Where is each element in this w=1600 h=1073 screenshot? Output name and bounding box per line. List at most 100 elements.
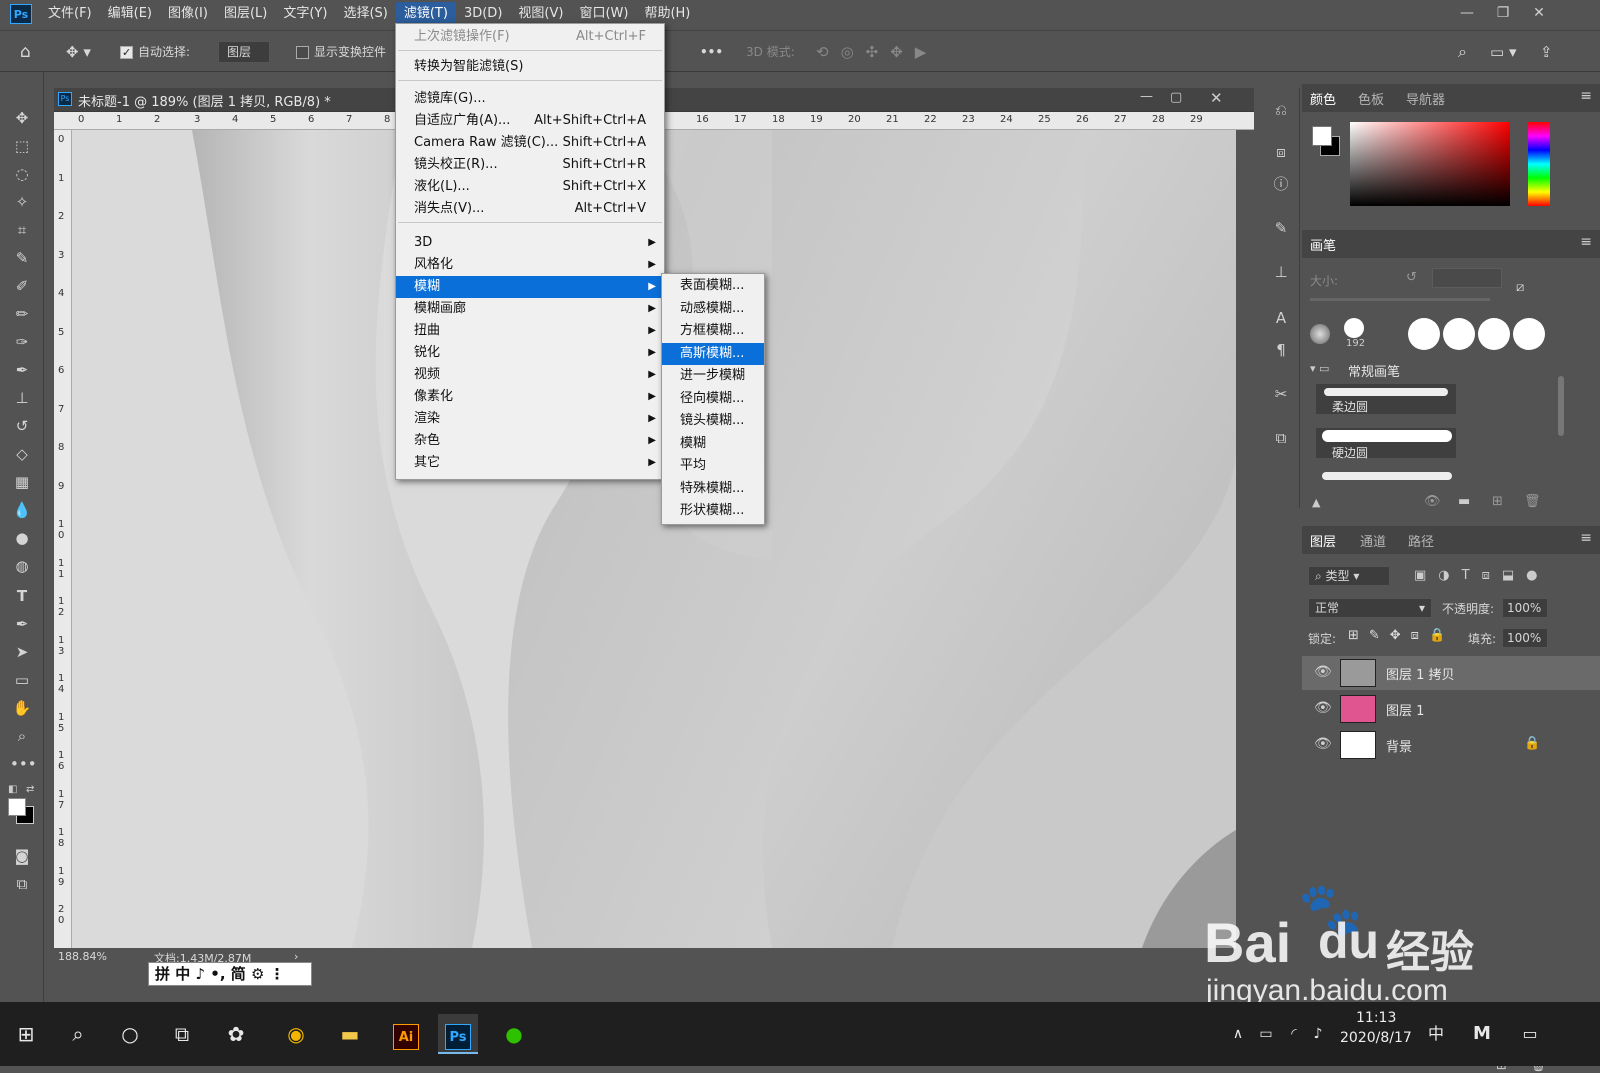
tray-chevron-icon[interactable]: ∧ (1226, 1014, 1250, 1054)
filter-menu-item[interactable]: 锐化 ▶ (396, 342, 664, 364)
color-replace-icon[interactable]: ✒ (10, 358, 34, 382)
eye-icon[interactable]: 👁 (1314, 736, 1332, 752)
brush-tip-2[interactable] (1443, 318, 1475, 350)
clock-time[interactable]: 11:13 (1356, 1010, 1396, 1026)
delete-brush-icon[interactable]: 🗑 (1524, 494, 1541, 509)
doc-restore-icon[interactable]: ▢ (1170, 90, 1182, 105)
start-icon[interactable]: ⊞ (6, 1014, 46, 1054)
search-taskbar-icon[interactable]: ⌕ (58, 1014, 98, 1054)
sponge-icon[interactable]: ◍ (10, 554, 34, 578)
menu-1[interactable]: 编辑(E) (100, 2, 160, 26)
menu-2[interactable]: 图像(I) (160, 2, 216, 26)
layer-filter-icons[interactable]: ▣◑T⧈⬓● (1414, 568, 1549, 583)
healing-brush-icon[interactable]: ✐ (10, 274, 34, 298)
filter-menu-item[interactable]: 自适应广角(A)... Alt+Shift+Ctrl+A (396, 110, 664, 132)
properties-panel-icon[interactable]: ⧈ (1269, 140, 1293, 164)
type-icon[interactable]: T (10, 584, 34, 608)
color-field[interactable] (1350, 122, 1510, 206)
blend-mode-select[interactable]: 正常 ▾ (1308, 598, 1432, 618)
ime-toolbar[interactable]: 拼 中 ♪ •, 简 ⚙ ⋮ (148, 962, 312, 986)
minimize-icon[interactable]: — (1450, 2, 1484, 24)
clone-stamp-icon[interactable]: ⊥ (10, 386, 34, 410)
pinwheel-app-icon[interactable]: ✿ (216, 1014, 256, 1054)
filter-menu-item[interactable]: 滤镜库(G)... (396, 88, 664, 110)
filter-menu-item[interactable]: 模糊 ▶ (396, 276, 664, 298)
move-tool-icon[interactable]: ✥ ▾ (66, 41, 91, 63)
clone-source-icon[interactable]: ⊥ (1269, 260, 1293, 284)
layer-filter-select[interactable]: ⌕ 类型 ▾ (1308, 566, 1390, 586)
dodge-icon[interactable]: ● (10, 526, 34, 550)
brush-size-small-icon[interactable]: ▲ (1312, 496, 1320, 509)
m-app-icon[interactable]: M (1466, 1014, 1498, 1054)
blur-icon[interactable]: 💧 (10, 498, 34, 522)
battery-icon[interactable]: ▭ (1254, 1014, 1278, 1054)
menu-0[interactable]: 文件(F) (40, 2, 100, 26)
filter-menu-item[interactable]: 渲染 ▶ (396, 408, 664, 430)
blur-menu-item[interactable]: 形状模糊... (662, 500, 764, 522)
layer-row[interactable]: 👁 图层 1 拷贝 (1302, 656, 1600, 690)
blur-menu-item[interactable]: 高斯模糊... (662, 342, 764, 365)
filter-menu-item[interactable]: 风格化 ▶ (396, 254, 664, 276)
fg-color-swatch[interactable] (1312, 126, 1332, 146)
zoom-level[interactable]: 188.84% (58, 950, 107, 963)
filter-menu-item[interactable]: 消失点(V)... Alt+Ctrl+V (396, 198, 664, 220)
eye-icon[interactable]: 👁 (1314, 664, 1332, 680)
tab-layers[interactable]: 图层 (1310, 531, 1336, 550)
history-brush-icon[interactable]: ↺ (10, 414, 34, 438)
share-icon[interactable]: ⇪ (1540, 41, 1553, 63)
layer-row[interactable]: 👁 图层 1 (1302, 692, 1600, 726)
menu-4[interactable]: 文字(Y) (275, 2, 335, 26)
pencil-icon[interactable]: ✑ (10, 330, 34, 354)
zoom-icon[interactable]: ⌕ (10, 724, 34, 748)
brush-tip-3[interactable] (1478, 318, 1510, 350)
gradient-icon[interactable]: ▦ (10, 470, 34, 494)
eye-icon[interactable]: 👁 (1314, 700, 1332, 716)
tab-swatches[interactable]: 色板 (1358, 89, 1384, 108)
paragraph-panel-icon[interactable]: ¶ (1269, 338, 1293, 362)
filter-menu-item[interactable]: Camera Raw 滤镜(C)... Shift+Ctrl+A (396, 132, 664, 154)
clock-date[interactable]: 2020/8/17 (1340, 1030, 1412, 1046)
target-select[interactable]: 图层 (218, 41, 271, 63)
brush-tip-1[interactable] (1408, 318, 1440, 350)
layer-name[interactable]: 背景 (1386, 736, 1412, 755)
eraser-icon[interactable]: ◇ (10, 442, 34, 466)
blur-menu-item[interactable]: 动感模糊... (662, 298, 764, 320)
default-colors-icon[interactable]: ◧ (8, 784, 20, 796)
path-select-icon[interactable]: ➤ (10, 640, 34, 664)
blur-menu-item[interactable]: 特殊模糊... (662, 478, 764, 500)
layer-row[interactable]: 👁 背景 🔒 (1302, 728, 1600, 762)
brush-tip-4[interactable] (1513, 318, 1545, 350)
brush-panel-menu-icon[interactable]: ≡ (1580, 234, 1592, 250)
brush-scrollbar[interactable] (1558, 376, 1564, 436)
filter-menu-item[interactable]: 视频 ▶ (396, 364, 664, 386)
lock-icons[interactable]: ⊞✎✥⧈🔒 (1348, 628, 1455, 643)
menu-3[interactable]: 图层(L) (216, 2, 275, 26)
filter-menu-item[interactable]: 液化(L)... Shift+Ctrl+X (396, 176, 664, 198)
hand-icon[interactable]: ✋ (10, 696, 34, 720)
magic-wand-icon[interactable]: ✧ (10, 190, 34, 214)
tools-preset-icon[interactable]: ✂ (1269, 382, 1293, 406)
color-panel-menu-icon[interactable]: ≡ (1580, 88, 1592, 104)
file-explorer-icon[interactable]: ▬ (330, 1014, 370, 1054)
hue-slider[interactable] (1528, 122, 1550, 206)
ime-tray-icon[interactable]: 中 (1420, 1014, 1452, 1054)
doc-close-icon[interactable]: ✕ (1210, 89, 1223, 107)
fill-input[interactable]: 100% (1502, 628, 1548, 648)
filter-menu-item[interactable]: 模糊画廊 ▶ (396, 298, 664, 320)
brush-icon[interactable]: ✏ (10, 302, 34, 326)
workspace-icon[interactable]: ▭ ▾ (1490, 41, 1516, 63)
notification-icon[interactable]: ▭ (1514, 1014, 1546, 1054)
new-brush-preset-icon[interactable]: ⊞ (1492, 494, 1503, 509)
search-icon[interactable]: ⌕ (1458, 41, 1467, 63)
blur-menu-item[interactable]: 模糊 (662, 433, 764, 455)
filter-menu-item[interactable]: 扭曲 ▶ (396, 320, 664, 342)
move-icon[interactable]: ✥ (10, 106, 34, 130)
filter-menu-item[interactable]: 像素化 ▶ (396, 386, 664, 408)
pen-icon[interactable]: ✒ (10, 612, 34, 636)
brush-size-slider[interactable] (1310, 298, 1490, 301)
layers-panel-menu-icon[interactable]: ≡ (1580, 530, 1592, 546)
reset-size-icon[interactable]: ↺ (1406, 270, 1417, 285)
tab-color[interactable]: 颜色 (1310, 89, 1336, 108)
character-panel-icon[interactable]: A (1269, 306, 1293, 330)
swap-colors-icon[interactable]: ⇄ (26, 784, 34, 795)
